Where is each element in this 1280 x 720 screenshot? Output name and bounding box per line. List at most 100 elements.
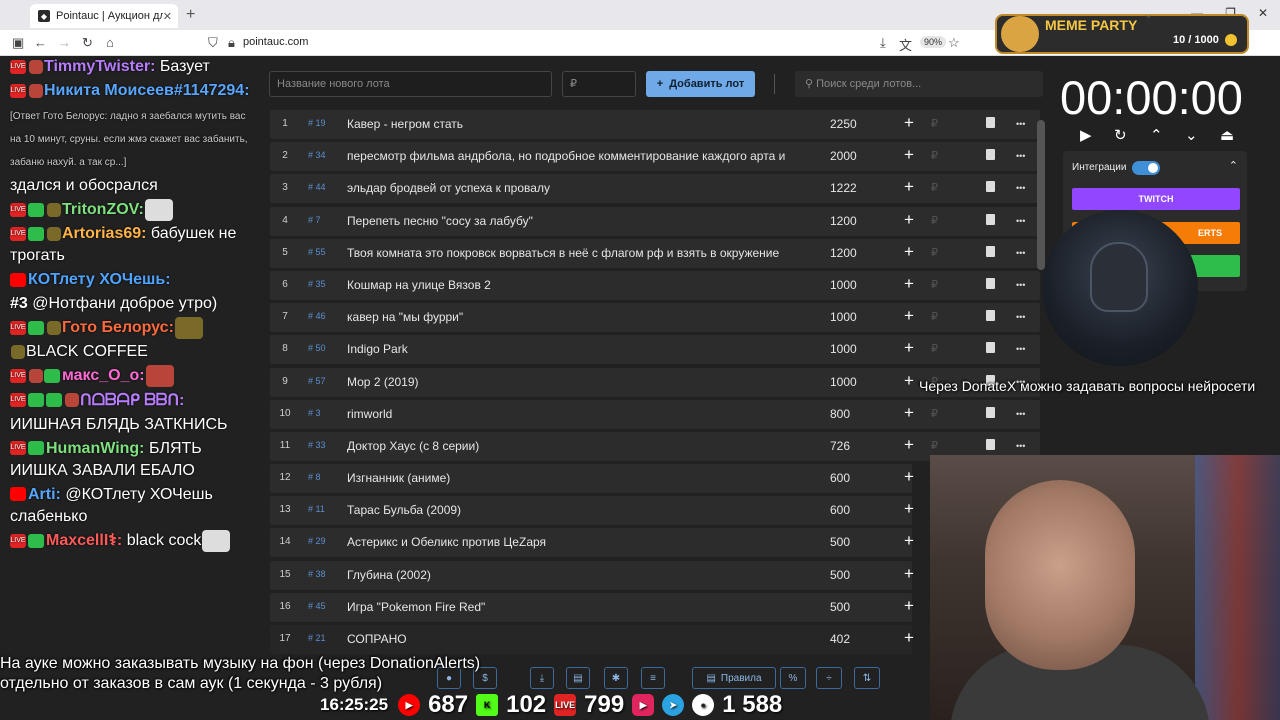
lot-name[interactable]: Астерикс и Обеликс против ЦеZаря (347, 535, 809, 549)
chat-nickname[interactable]: HumanWing: (46, 440, 145, 457)
play-icon[interactable]: ▶ (1080, 126, 1092, 144)
lot-name[interactable]: Перепеть песню "сосу за лабубу" (347, 214, 809, 228)
bookmark-star-icon[interactable]: ☆ (948, 35, 960, 51)
lot-name[interactable]: Доктор Хаус (с 8 серии) (347, 439, 809, 453)
back-icon[interactable]: ← (34, 35, 47, 50)
list-scrollbar[interactable] (1037, 120, 1045, 270)
twitch-button[interactable]: TWITCH (1072, 188, 1240, 210)
shield-icon[interactable]: ⛉ (208, 35, 218, 51)
add-lot-button[interactable]: + Добавить лот (646, 71, 755, 97)
rules-button[interactable]: ▤ Правила (692, 667, 776, 689)
lot-row[interactable]: 1 # 19 Кавер - негром стать 2250 + ₽ ••• (270, 110, 1040, 139)
add-amount-icon[interactable]: + (904, 210, 914, 230)
chat-nickname[interactable]: TimmyTwister: (44, 58, 155, 75)
chevron-down-icon[interactable]: ⌄ (1144, 8, 1153, 21)
lot-row[interactable]: 3 # 44 эльдар бродвей от успеха к провалу 1… (270, 174, 1040, 204)
trash-icon[interactable] (986, 213, 995, 225)
lot-row[interactable]: 11 # 33 Доктор Хаус (с 8 серии) 726 + ₽ ••• (270, 431, 1040, 461)
lot-name[interactable]: Кошмар на улице Вязов 2 (347, 278, 809, 292)
lot-name[interactable]: Глубина (2002) (347, 568, 809, 582)
split-button[interactable]: ÷ (816, 667, 842, 689)
rub-input[interactable]: ₽ (931, 214, 938, 227)
lot-row[interactable]: 12 # 8 Изгнанник (аниме) 600 + (270, 464, 914, 494)
more-icon[interactable]: ••• (1016, 280, 1025, 290)
add-amount-icon[interactable]: + (904, 306, 914, 326)
trash-icon[interactable] (986, 117, 995, 128)
lot-name[interactable]: Кавер - негром стать (347, 117, 809, 131)
chat-nickname[interactable]: макс_О_о: (62, 368, 145, 385)
double-up-icon[interactable]: ⏏ (1220, 126, 1234, 144)
add-amount-icon[interactable]: + (904, 242, 914, 262)
rub-input[interactable]: ₽ (931, 181, 938, 194)
integrations-toggle[interactable] (1132, 161, 1160, 175)
more-icon[interactable]: ••• (1016, 312, 1025, 322)
add-amount-icon[interactable]: + (904, 596, 914, 616)
trash-icon[interactable] (986, 310, 995, 322)
lot-row[interactable]: 7 # 46 кавер на "мы фурри" 1000 + ₽ ••• (270, 303, 1040, 333)
lot-row[interactable]: 16 # 45 Игра "Pokemon Fire Red" 500 + (270, 592, 914, 622)
close-tab-icon[interactable]: ✕ (163, 10, 172, 23)
lot-row[interactable]: 14 # 29 Астерикс и Обеликс против ЦеZаря 50… (270, 528, 914, 558)
collapse-icon[interactable]: ⌃ (1229, 159, 1238, 172)
new-lot-input[interactable]: Название нового лота (269, 71, 552, 97)
bug-button[interactable]: ✱ (604, 667, 628, 689)
trash-icon[interactable] (986, 438, 995, 450)
trash-icon[interactable] (986, 342, 995, 354)
more-icon[interactable]: ••• (1016, 216, 1025, 226)
zoom-level[interactable]: 90% (920, 36, 947, 48)
trash-icon[interactable] (986, 149, 995, 161)
history-button[interactable]: ≡ (641, 667, 665, 689)
chat-nickname[interactable]: ᑎᗝᗷᗩᑭ ᗷᗷᑎ: (80, 392, 184, 409)
add-amount-icon[interactable]: + (904, 628, 914, 648)
lot-name[interactable]: Тарас Бульба (2009) (347, 503, 809, 517)
reload-icon[interactable]: ↻ (82, 35, 93, 51)
chat-nickname[interactable]: Гото Белорус: (62, 319, 174, 336)
download-button[interactable]: ⤓ (530, 667, 554, 689)
rub-input[interactable]: ₽ (931, 246, 938, 259)
lot-row[interactable]: 5 # 55 Твоя комната это покровск ворваться… (270, 238, 1040, 268)
lot-row[interactable]: 10 # 3 rimworld 800 + ₽ ••• (270, 399, 1040, 429)
lot-name[interactable]: rimworld (347, 407, 809, 421)
lot-name[interactable]: Игра "Pokemon Fire Red" (347, 600, 809, 614)
lot-name[interactable]: Твоя комната это покровск ворваться в не… (347, 246, 809, 260)
trash-icon[interactable] (986, 277, 995, 289)
reset-icon[interactable]: ↻ (1114, 126, 1127, 144)
lot-row[interactable]: 15 # 38 Глубина (2002) 500 + (270, 560, 914, 590)
more-icon[interactable]: ••• (1016, 183, 1025, 193)
add-amount-icon[interactable]: + (904, 177, 914, 197)
rub-input[interactable]: ₽ (931, 149, 938, 162)
chevron-down-icon[interactable]: ⌄ (1185, 126, 1198, 144)
translate-icon[interactable]: 文 (899, 35, 912, 54)
lot-name[interactable]: эльдар бродвей от успеха к провалу (347, 181, 809, 195)
rub-input[interactable]: ₽ (931, 439, 938, 452)
download-icon[interactable]: ⤓ (880, 35, 886, 51)
new-tab-button[interactable]: + (186, 6, 195, 24)
lot-name[interactable]: Indigo Park (347, 342, 809, 356)
save-button[interactable]: ▤ (566, 667, 590, 689)
more-icon[interactable]: ••• (1016, 441, 1025, 451)
close-window-icon[interactable]: ✕ (1258, 6, 1268, 20)
home-icon[interactable]: ⌂ (106, 35, 114, 50)
more-icon[interactable]: ••• (1016, 151, 1025, 161)
rub-input[interactable]: ₽ (931, 342, 938, 355)
forward-icon[interactable]: → (58, 35, 71, 50)
address-bar[interactable]: pointauc.com (243, 36, 308, 48)
add-amount-icon[interactable]: + (904, 435, 914, 455)
percent-button[interactable]: % (780, 667, 806, 689)
rub-input[interactable]: ₽ (931, 278, 938, 291)
trash-icon[interactable] (986, 245, 995, 257)
sidebar-icon[interactable]: ▣ (12, 35, 24, 51)
add-amount-icon[interactable]: + (904, 145, 914, 165)
more-icon[interactable]: ••• (1016, 119, 1025, 129)
add-amount-icon[interactable]: + (904, 338, 914, 358)
currency-input[interactable]: ₽ (562, 71, 636, 97)
lot-row[interactable]: 13 # 11 Тарас Бульба (2009) 600 + (270, 496, 914, 526)
more-icon[interactable]: ••• (1016, 344, 1025, 354)
lot-name[interactable]: пересмотр фильма андрбола, но подробное … (347, 149, 809, 163)
lot-row[interactable]: 2 # 34 пересмотр фильма андрбола, но подро… (270, 142, 1040, 172)
rub-input[interactable]: ₽ (931, 407, 938, 420)
add-amount-icon[interactable]: + (904, 274, 914, 294)
lot-name[interactable]: Изгнанник (аниме) (347, 471, 809, 485)
chat-nickname[interactable]: Artorias69: (62, 225, 146, 242)
lot-name[interactable]: СОПРАНО (347, 632, 809, 646)
